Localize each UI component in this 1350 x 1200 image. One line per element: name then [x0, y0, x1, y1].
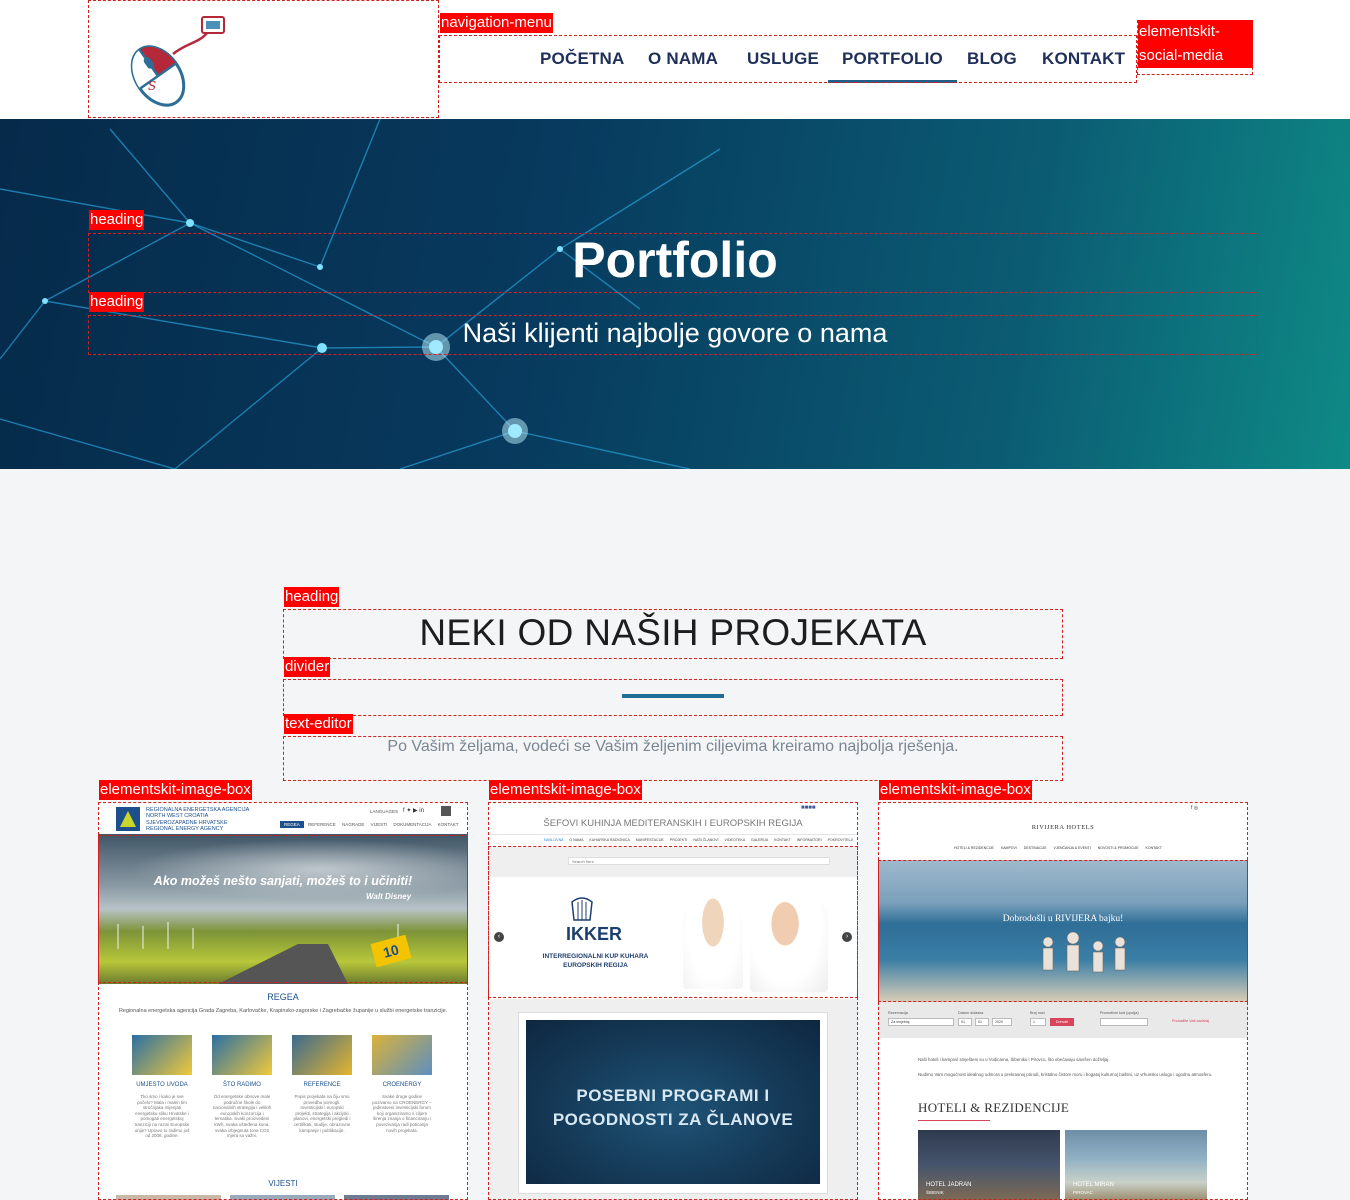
overlay-tag-divider: divider	[284, 657, 331, 677]
image-box-inner-outline-1	[98, 835, 468, 983]
image-box-inner-outline-3	[878, 860, 1248, 1002]
network-background	[0, 119, 721, 469]
text-editor-outline	[283, 736, 1063, 781]
overlay-tag-image-box-2: elementskit-image-box	[489, 780, 642, 800]
overlay-tag-text-editor: text-editor	[284, 714, 353, 734]
logo-widget-outline	[88, 0, 439, 118]
hero-subtitle-outline	[88, 315, 1258, 355]
overlay-tag-social: elementskit-social-media	[1138, 20, 1253, 68]
site-header: S POČETNA O NAMA USLUGE PORTFOLIO BLOG K…	[0, 0, 1350, 119]
hero-banner: Portfolio Naši klijenti najbolje govore …	[0, 119, 1350, 469]
section-title-outline	[283, 609, 1063, 659]
overlay-tag-image-box-3: elementskit-image-box	[879, 780, 1032, 800]
nav-outline	[439, 35, 1137, 83]
hero-title-outline	[88, 233, 1258, 293]
overlay-tag-navigation: navigation-menu	[440, 13, 553, 33]
image-box-inner-outline-2	[488, 846, 858, 998]
overlay-tag-heading-1: heading	[89, 210, 145, 230]
divider-outline	[283, 679, 1063, 716]
overlay-tag-image-box-1: elementskit-image-box	[99, 780, 252, 800]
overlay-tag-heading-3: heading	[284, 587, 340, 607]
overlay-tag-heading-2: heading	[89, 292, 145, 312]
